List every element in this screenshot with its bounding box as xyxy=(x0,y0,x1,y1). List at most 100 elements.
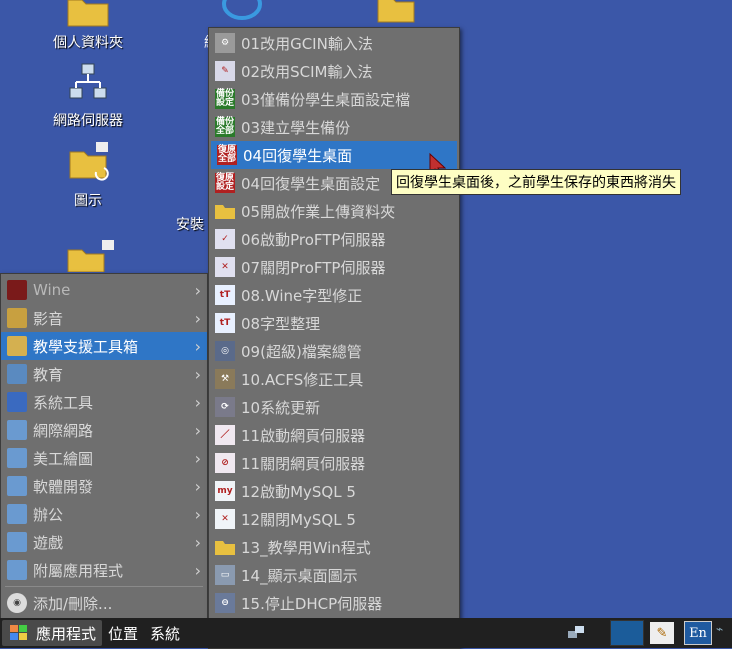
accessories-icon xyxy=(7,560,27,580)
folder-icon xyxy=(67,0,109,27)
submenu-item[interactable]: ⚒ 10.ACFS修正工具 xyxy=(209,365,459,393)
restore-settings-icon: 復原 設定 xyxy=(215,173,235,193)
menu-item-label: 系統工具 xyxy=(33,393,94,412)
submenu-item[interactable]: tT 08字型整理 xyxy=(209,309,459,337)
tray-icon[interactable]: ⌁ xyxy=(716,622,732,644)
workspace-switcher-empty[interactable] xyxy=(646,621,648,645)
folder-link-icon xyxy=(69,142,109,181)
mysql-start-icon: my xyxy=(215,481,235,501)
submenu-item[interactable]: ◎ 09(超級)檔案總管 xyxy=(209,337,459,365)
menu-item-label: 軟體開發 xyxy=(33,477,94,496)
apache-stop-icon: ⊘ xyxy=(215,453,235,473)
system-menu-button[interactable]: 系統 xyxy=(144,620,186,646)
desktop-icon-label: 個人資料夾 xyxy=(53,35,123,51)
mysql-stop-icon: ✕ xyxy=(215,509,235,529)
submenu-item[interactable]: ⊘ 11關閉網頁伺服器 xyxy=(209,449,459,477)
font-fix-icon: tT xyxy=(215,285,235,305)
chevron-right-icon: › xyxy=(194,505,201,524)
scim-icon: ✎ xyxy=(215,61,235,81)
submenu-item[interactable]: ▭ 14_顯示桌面圖示 xyxy=(209,561,459,589)
menu-item-label: 美工繪圖 xyxy=(33,449,94,468)
menu-item-wine[interactable]: Wine › xyxy=(1,276,207,304)
folder-icon xyxy=(215,541,235,555)
menu-item-label: 08字型整理 xyxy=(241,314,321,333)
games-icon xyxy=(7,532,27,552)
add-remove-item[interactable]: ◉ 添加/刪除... xyxy=(1,589,207,617)
submenu-item[interactable]: ✓ 06啟動ProFTP伺服器 xyxy=(209,225,459,253)
submenu-item[interactable]: 復原 全部 04回復學生桌面 xyxy=(211,141,457,169)
network-status-icon[interactable] xyxy=(566,623,586,643)
submenu-item[interactable]: ／ 11啟動網頁伺服器 xyxy=(209,421,459,449)
menu-item-label: 教學支援工具箱 xyxy=(33,337,139,356)
menu-item-graphics[interactable]: 美工繪圖 › xyxy=(1,444,207,472)
menu-separator xyxy=(5,586,203,587)
workspace-switcher[interactable] xyxy=(610,620,644,646)
menu-item-label: 06啟動ProFTP伺服器 xyxy=(241,230,386,249)
places-menu-button[interactable]: 位置 xyxy=(102,620,144,646)
menu-item-label: 05開啟作業上傳資料夾 xyxy=(241,202,396,221)
submenu-item[interactable]: ⚙ 01改用GCIN輸入法 xyxy=(209,29,459,57)
restore-all-icon: 復原 全部 xyxy=(217,145,237,165)
submenu-item[interactable]: 備份 全部 03建立學生備份 xyxy=(209,113,459,141)
network-icon xyxy=(69,63,107,99)
show-desktop-icon: ▭ xyxy=(215,565,235,585)
menu-item-system-tools[interactable]: 系統工具 › xyxy=(1,388,207,416)
notes-icon[interactable]: ✎ xyxy=(650,622,674,644)
submenu-item[interactable]: 13_教學用Win程式 xyxy=(209,533,459,561)
chevron-right-icon: › xyxy=(194,393,201,412)
menu-item-label: 10系統更新 xyxy=(241,398,321,417)
menu-item-toolbox[interactable]: 教學支援工具箱 › xyxy=(1,332,207,360)
applications-label: 應用程式 xyxy=(36,624,97,643)
menu-item-label: 15.停止DHCP伺服器 xyxy=(241,594,383,613)
applications-menu-button[interactable]: 應用程式 xyxy=(2,620,103,646)
submenu-item[interactable]: ⟳ 10系統更新 xyxy=(209,393,459,421)
office-icon xyxy=(7,504,27,524)
folder-lock-icon xyxy=(67,240,114,273)
menu-item-label: 教育 xyxy=(33,365,64,384)
desktop-partial-icon-lower xyxy=(66,232,116,276)
submenu-item[interactable]: 備份 設定 03僅備份學生桌面設定檔 xyxy=(209,85,459,113)
proftp-start-icon: ✓ xyxy=(215,229,235,249)
menu-item-label: 07關閉ProFTP伺服器 xyxy=(241,258,386,277)
menu-item-label: 01改用GCIN輸入法 xyxy=(241,34,373,53)
proftp-stop-icon: ✕ xyxy=(215,257,235,277)
menu-item-education[interactable]: 教育 › xyxy=(1,360,207,388)
submenu-item[interactable]: 05開啟作業上傳資料夾 xyxy=(209,197,459,225)
browser-icon xyxy=(222,0,262,20)
desktop-icon-shortcuts[interactable]: 圖示 xyxy=(38,142,138,210)
menu-item-label: 網際網路 xyxy=(33,421,94,440)
menu-item-label: 10.ACFS修正工具 xyxy=(241,370,364,389)
internet-icon xyxy=(7,420,27,440)
menu-item-internet[interactable]: 網際網路 › xyxy=(1,416,207,444)
submenu-item[interactable]: ⊖ 15.停止DHCP伺服器 xyxy=(209,589,459,617)
system-tools-icon xyxy=(7,392,27,412)
desktop-icon-home[interactable]: 個人資料夾 xyxy=(38,0,138,52)
gcin-icon: ⚙ xyxy=(215,33,235,53)
chevron-right-icon: › xyxy=(194,309,201,328)
menu-item-label: 04回復學生桌面 xyxy=(243,146,353,165)
development-icon xyxy=(7,476,27,496)
os-logo-icon xyxy=(10,625,27,640)
submenu-item[interactable]: my 12啟動MySQL 5 xyxy=(209,477,459,505)
submenu-item[interactable]: ✕ 07關閉ProFTP伺服器 xyxy=(209,253,459,281)
menu-item-accessories[interactable]: 附屬應用程式 › xyxy=(1,556,207,584)
submenu-item[interactable]: tT 08.Wine字型修正 xyxy=(209,281,459,309)
menu-item-label: 03僅備份學生桌面設定檔 xyxy=(241,90,411,109)
submenu-item[interactable]: ✕ 12關閉MySQL 5 xyxy=(209,505,459,533)
apache-start-icon: ／ xyxy=(215,425,235,445)
menu-item-label: 11啟動網頁伺服器 xyxy=(241,426,366,445)
language-indicator[interactable]: En xyxy=(684,621,712,645)
desktop-icon-network[interactable]: 網路伺服器 xyxy=(38,62,138,130)
menu-item-multimedia[interactable]: 影音 › xyxy=(1,304,207,332)
menu-item-label: 添加/刪除... xyxy=(33,594,113,613)
menu-item-games[interactable]: 遊戲 › xyxy=(1,528,207,556)
wine-icon xyxy=(7,280,27,300)
menu-item-office[interactable]: 辦公 › xyxy=(1,500,207,528)
menu-item-label: 13_教學用Win程式 xyxy=(241,538,371,557)
chevron-right-icon: › xyxy=(194,421,201,440)
menu-item-development[interactable]: 軟體開發 › xyxy=(1,472,207,500)
add-remove-icon: ◉ xyxy=(7,593,27,613)
submenu-item[interactable]: ✎ 02改用SCIM輸入法 xyxy=(209,57,459,85)
desktop-icon-label: 網路伺服器 xyxy=(53,113,123,129)
chevron-right-icon: › xyxy=(194,365,201,384)
